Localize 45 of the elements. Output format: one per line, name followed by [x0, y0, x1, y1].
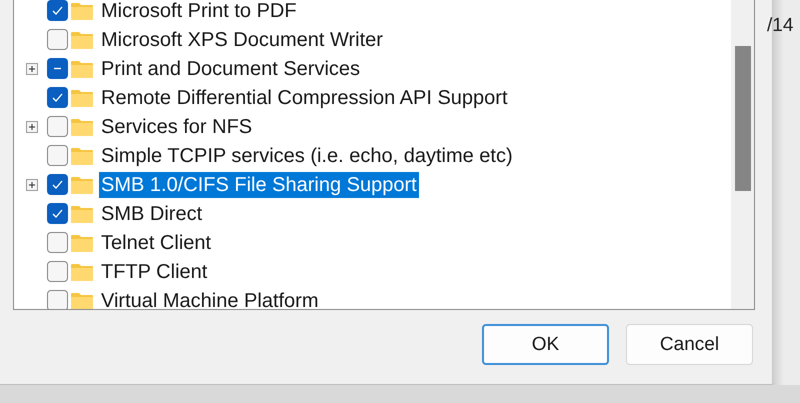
feature-label[interactable]: Remote Differential Compression API Support	[99, 84, 510, 110]
folder-icon	[70, 146, 94, 166]
checkbox[interactable]	[47, 290, 68, 309]
feature-label[interactable]: SMB Direct	[99, 200, 204, 226]
feature-label[interactable]: Services for NFS	[99, 114, 254, 140]
folder-icon	[70, 30, 94, 50]
folder-icon	[70, 290, 94, 309]
folder-icon	[70, 262, 94, 282]
scrollbar-thumb[interactable]	[734, 46, 750, 191]
folder-icon	[70, 58, 94, 78]
feature-label[interactable]: Print and Document Services	[99, 56, 362, 82]
checkbox[interactable]	[47, 145, 68, 166]
checkmark-icon	[51, 178, 64, 191]
expand-icon[interactable]	[26, 120, 38, 132]
folder-icon	[70, 116, 94, 136]
feature-label[interactable]: Microsoft Print to PDF	[99, 0, 299, 24]
feature-label[interactable]: SMB 1.0/CIFS File Sharing Support	[99, 172, 419, 198]
expand-icon[interactable]	[26, 178, 38, 190]
checkmark-icon	[51, 4, 64, 17]
folder-icon	[70, 174, 94, 194]
expand-icon[interactable]	[26, 62, 38, 74]
checkbox[interactable]	[47, 174, 68, 195]
background-text: /14	[767, 15, 794, 37]
folder-icon	[70, 88, 94, 108]
feature-label[interactable]: Virtual Machine Platform	[99, 288, 320, 309]
feature-label[interactable]: Telnet Client	[99, 230, 214, 256]
checkbox[interactable]	[47, 116, 68, 137]
checkbox[interactable]	[47, 0, 68, 21]
feature-label[interactable]: TFTP Client	[99, 258, 210, 284]
checkmark-icon	[51, 207, 64, 220]
checkbox[interactable]	[47, 203, 68, 224]
cancel-button[interactable]: Cancel	[626, 324, 753, 365]
checkbox[interactable]	[47, 261, 68, 282]
checkbox[interactable]	[47, 87, 68, 108]
checkbox[interactable]	[47, 29, 68, 50]
folder-icon	[70, 232, 94, 252]
checkbox[interactable]	[47, 58, 68, 79]
feature-label[interactable]: Microsoft XPS Document Writer	[99, 26, 385, 52]
folder-icon	[70, 204, 94, 224]
ok-button[interactable]: OK	[482, 324, 609, 365]
feature-label[interactable]: Simple TCPIP services (i.e. echo, daytime etc)	[99, 142, 515, 168]
scrollbar[interactable]	[731, 0, 754, 309]
checkmark-icon	[51, 91, 64, 104]
checkbox[interactable]	[47, 232, 68, 253]
folder-icon	[70, 0, 94, 20]
